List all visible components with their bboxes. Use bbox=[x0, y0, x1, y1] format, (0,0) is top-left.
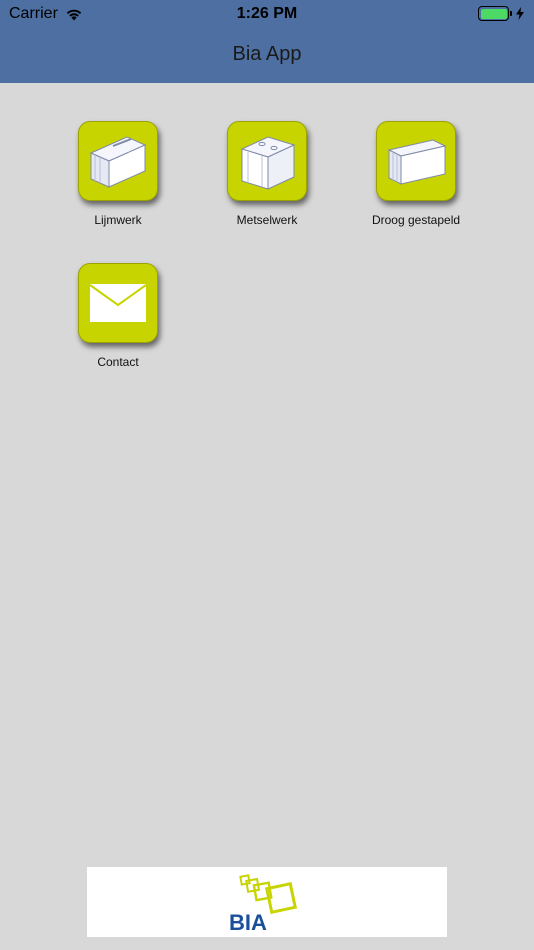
battery-indicator bbox=[478, 6, 524, 21]
tile-label: Lijmwerk bbox=[94, 213, 142, 227]
battery-icon bbox=[478, 6, 509, 21]
tile-icon-frame bbox=[78, 121, 158, 201]
bia-logo: BIA bbox=[229, 874, 298, 934]
tile-icon-frame bbox=[376, 121, 456, 201]
dry-stacked-block-icon bbox=[387, 139, 447, 185]
tile-lijmwerk[interactable]: Lijmwerk bbox=[38, 121, 198, 227]
app-header: Carrier 1:26 PM Bia App bbox=[0, 0, 534, 83]
bia-banner[interactable]: BIA bbox=[87, 867, 447, 937]
bia-logo-text: BIA bbox=[229, 910, 267, 934]
status-bar: Carrier 1:26 PM bbox=[0, 0, 534, 28]
glued-block-icon bbox=[89, 136, 147, 188]
tile-label: Contact bbox=[97, 355, 139, 369]
page-title: Bia App bbox=[232, 43, 302, 65]
battery-tip bbox=[510, 11, 512, 16]
status-time: 1:26 PM bbox=[236, 5, 298, 22]
tile-label: Metselwerk bbox=[236, 213, 298, 227]
tile-icon-frame bbox=[78, 263, 158, 343]
tile-label: Droog gestapeld bbox=[371, 213, 461, 227]
tile-contact[interactable]: Contact bbox=[38, 263, 198, 369]
tile-metselwerk[interactable]: Metselwerk bbox=[187, 121, 347, 227]
tile-droog-gestapeld[interactable]: Droog gestapeld bbox=[336, 121, 496, 227]
battery-fill bbox=[480, 8, 507, 19]
tile-icon-frame bbox=[227, 121, 307, 201]
envelope-icon bbox=[89, 284, 147, 322]
charging-bolt-icon bbox=[516, 7, 524, 20]
masonry-block-icon bbox=[240, 136, 296, 190]
